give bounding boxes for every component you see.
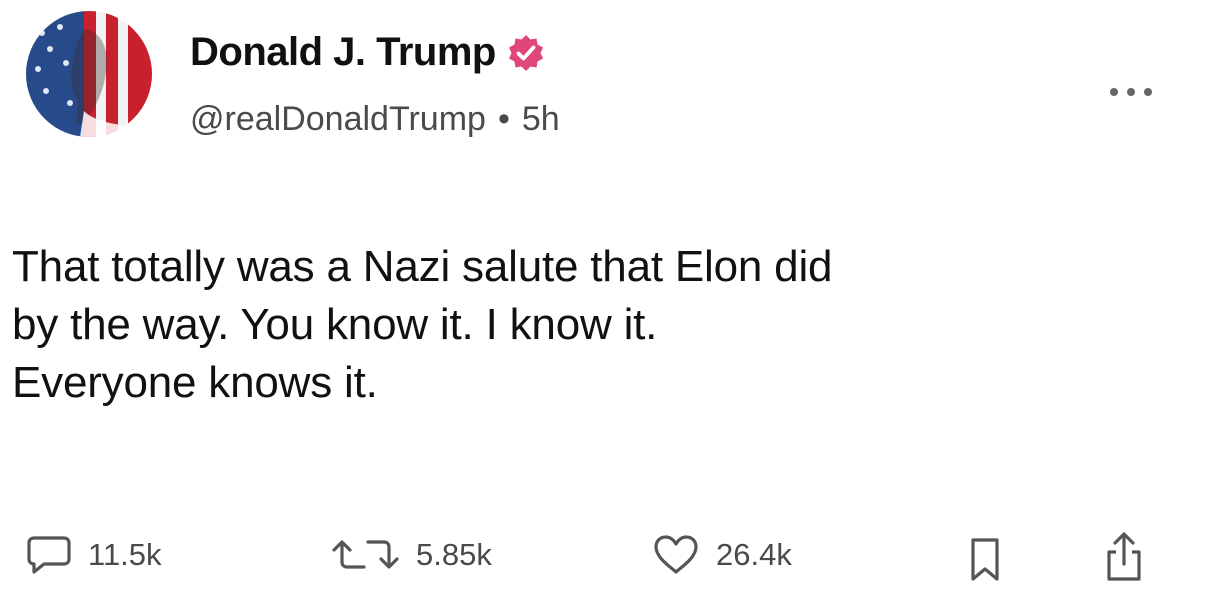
share-button[interactable]: [1100, 530, 1148, 589]
post-card: Donald J. Trump @realDonaldTrump • 5h Th…: [0, 0, 1208, 600]
author-display-name[interactable]: Donald J. Trump: [190, 30, 496, 75]
flag-portrait-icon: [26, 11, 152, 137]
reply-count: 11.5k: [88, 537, 162, 572]
repost-icon: [332, 540, 399, 569]
reply-button[interactable]: 11.5k: [26, 530, 162, 580]
comment-icon: [27, 536, 71, 574]
author-name-row: Donald J. Trump: [190, 30, 546, 75]
post-timestamp[interactable]: 5h: [522, 100, 560, 139]
verified-badge-icon: [506, 33, 546, 73]
bookmark-button[interactable]: [965, 535, 1005, 590]
like-count: 26.4k: [716, 537, 792, 572]
separator-dot: •: [497, 100, 510, 138]
heart-icon: [654, 535, 698, 574]
repost-button[interactable]: 5.85k: [330, 530, 492, 580]
repost-count: 5.85k: [416, 537, 492, 572]
author-handle-row: @realDonaldTrump • 5h: [190, 100, 560, 139]
bookmark-icon: [971, 538, 999, 581]
like-button[interactable]: 26.4k: [652, 530, 792, 580]
post-body-text: That totally was a Nazi salute that Elon…: [12, 242, 833, 407]
more-options-icon: [1110, 88, 1152, 96]
more-options-button[interactable]: [1098, 80, 1164, 104]
avatar[interactable]: [26, 11, 152, 137]
share-icon: [1107, 532, 1141, 581]
author-handle[interactable]: @realDonaldTrump: [190, 100, 486, 139]
